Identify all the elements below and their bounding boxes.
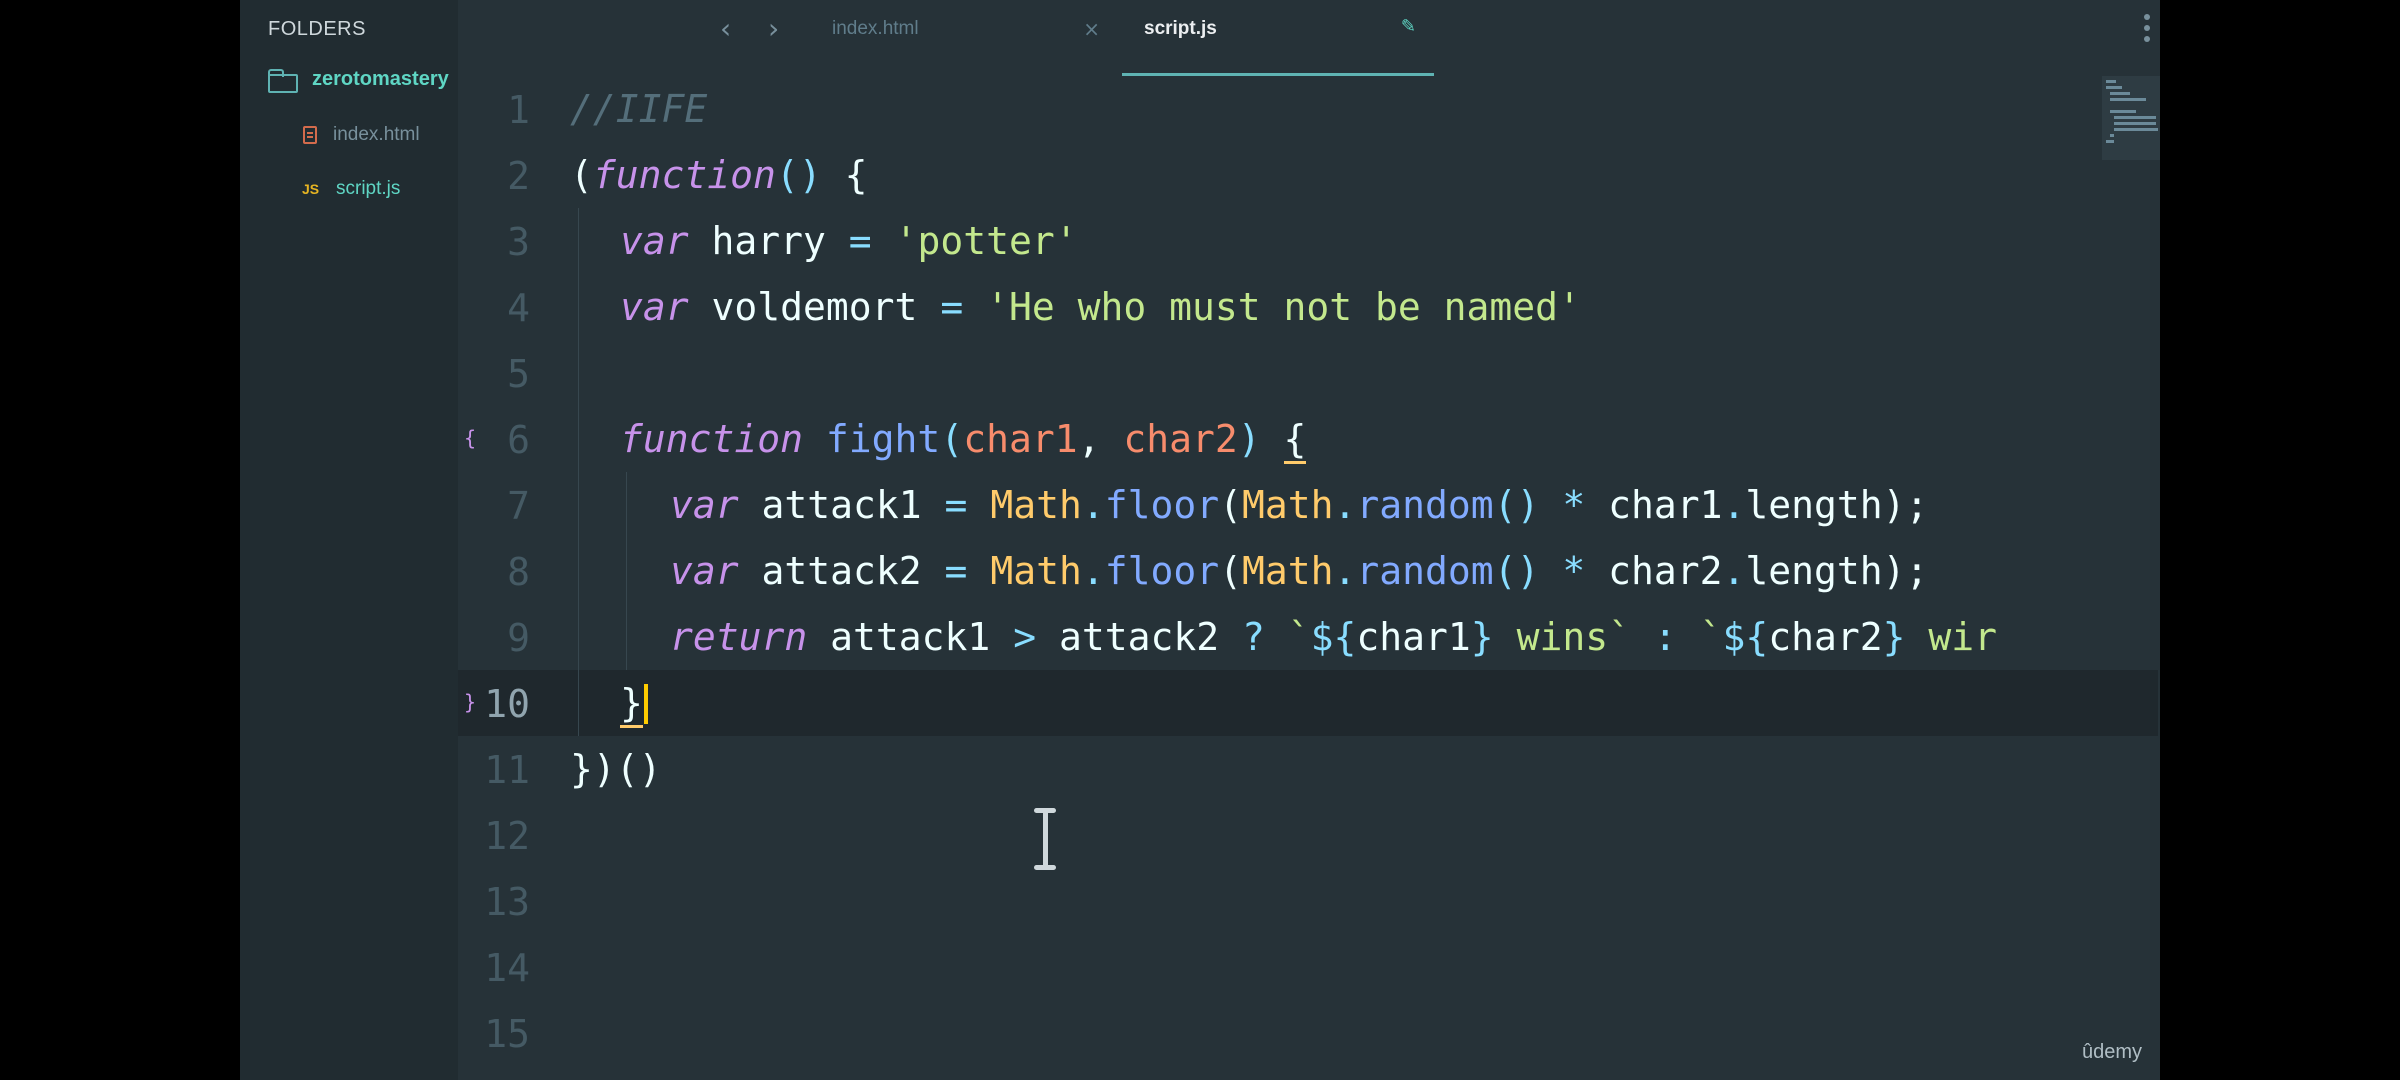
line-number: 7 — [507, 484, 530, 528]
line-code: var harry = 'potter' — [620, 219, 1078, 263]
code-line: 13 — [458, 868, 2158, 934]
line-number: 14 — [484, 946, 530, 990]
sidebar-title: FOLDERS — [268, 18, 366, 40]
html-file-icon — [303, 126, 317, 144]
code-line: 8 var attack2 = Math.floor(Math.random()… — [458, 538, 2158, 604]
code-line: { 6 function fight(char1, char2) { — [458, 406, 2158, 472]
sidebar: FOLDERS zerotomastery — [240, 0, 458, 1080]
back-arrow-icon[interactable]: ‹ — [720, 12, 731, 45]
code-editor[interactable]: 1 //IIFE 2 (function() { 3 var harry = '… — [458, 76, 2158, 1080]
forward-arrow-icon[interactable]: › — [768, 12, 779, 45]
current-code-line: } 10 } — [458, 670, 2158, 736]
code-line: 9 return attack1 > attack2 ? `${char1} w… — [458, 604, 2158, 670]
code-line: 5 — [458, 340, 2158, 406]
screen: FOLDERS zerotomastery index.html JS scri… — [0, 0, 2400, 1080]
code-line: 15 — [458, 1000, 2158, 1066]
tab-bar: ‹ › index.html × script.js ✎ — [458, 0, 2160, 76]
code-line: 12 — [458, 802, 2158, 868]
file-item-index-html[interactable]: index.html — [303, 124, 420, 146]
line-number: 10 — [484, 682, 530, 726]
code-line: 1 //IIFE — [458, 76, 2158, 142]
tab-index-html[interactable]: index.html × — [810, 0, 1122, 76]
line-code: var attack2 = Math.floor(Math.random() *… — [670, 549, 1929, 593]
editor-window: FOLDERS zerotomastery index.html JS scri… — [240, 0, 2160, 1080]
line-number: 1 — [507, 88, 530, 132]
line-code: function fight(char1, char2) { — [620, 417, 1307, 464]
line-code: //IIFE — [570, 87, 708, 131]
code-line: 7 var attack1 = Math.floor(Math.random()… — [458, 472, 2158, 538]
line-code: return attack1 > attack2 ? `${char1} win… — [670, 615, 1998, 659]
line-code: var attack1 = Math.floor(Math.random() *… — [670, 483, 1929, 527]
line-code: (function() { — [570, 153, 868, 197]
line-number: 11 — [484, 748, 530, 792]
udemy-watermark: ûdemy — [2081, 1041, 2142, 1063]
line-code: })() — [570, 747, 662, 791]
file-item-script-js[interactable]: JS script.js — [302, 178, 400, 200]
folder-item-zerotomastery[interactable]: zerotomastery — [268, 68, 449, 93]
code-line: 4 var voldemort = 'He who must not be na… — [458, 274, 2158, 340]
folder-icon — [268, 68, 298, 93]
line-number: 12 — [484, 814, 530, 858]
pencil-icon: ✎ — [1400, 16, 1416, 37]
code-line: 11 })() — [458, 736, 2158, 802]
line-code: } — [620, 681, 643, 728]
code-line: 2 (function() { — [458, 142, 2158, 208]
tab-label: index.html — [832, 18, 919, 39]
code-line: 3 var harry = 'potter' — [458, 208, 2158, 274]
close-icon[interactable]: × — [1083, 17, 1100, 41]
line-code: var voldemort = 'He who must not be name… — [620, 285, 1581, 329]
text-cursor — [644, 684, 648, 724]
tab-label: script.js — [1144, 18, 1217, 39]
code-line: 14 — [458, 934, 2158, 1000]
line-number: 13 — [484, 880, 530, 924]
file-label: script.js — [336, 178, 401, 199]
line-number: 3 — [507, 220, 530, 264]
line-number: 15 — [484, 1012, 530, 1056]
tab-script-js[interactable]: script.js ✎ — [1122, 0, 1434, 76]
line-number: 4 — [507, 286, 530, 330]
line-number: 6 — [507, 418, 530, 462]
file-label: index.html — [333, 124, 420, 145]
line-number: 9 — [507, 616, 530, 660]
line-number: 8 — [507, 550, 530, 594]
js-file-icon: JS — [302, 181, 320, 197]
line-number: 2 — [507, 154, 530, 198]
folder-label: zerotomastery — [312, 68, 449, 90]
line-number: 5 — [507, 352, 530, 396]
more-options-icon[interactable] — [2144, 14, 2150, 42]
mouse-ibeam-cursor-icon — [1032, 808, 1058, 870]
minimap[interactable] — [2102, 76, 2160, 160]
